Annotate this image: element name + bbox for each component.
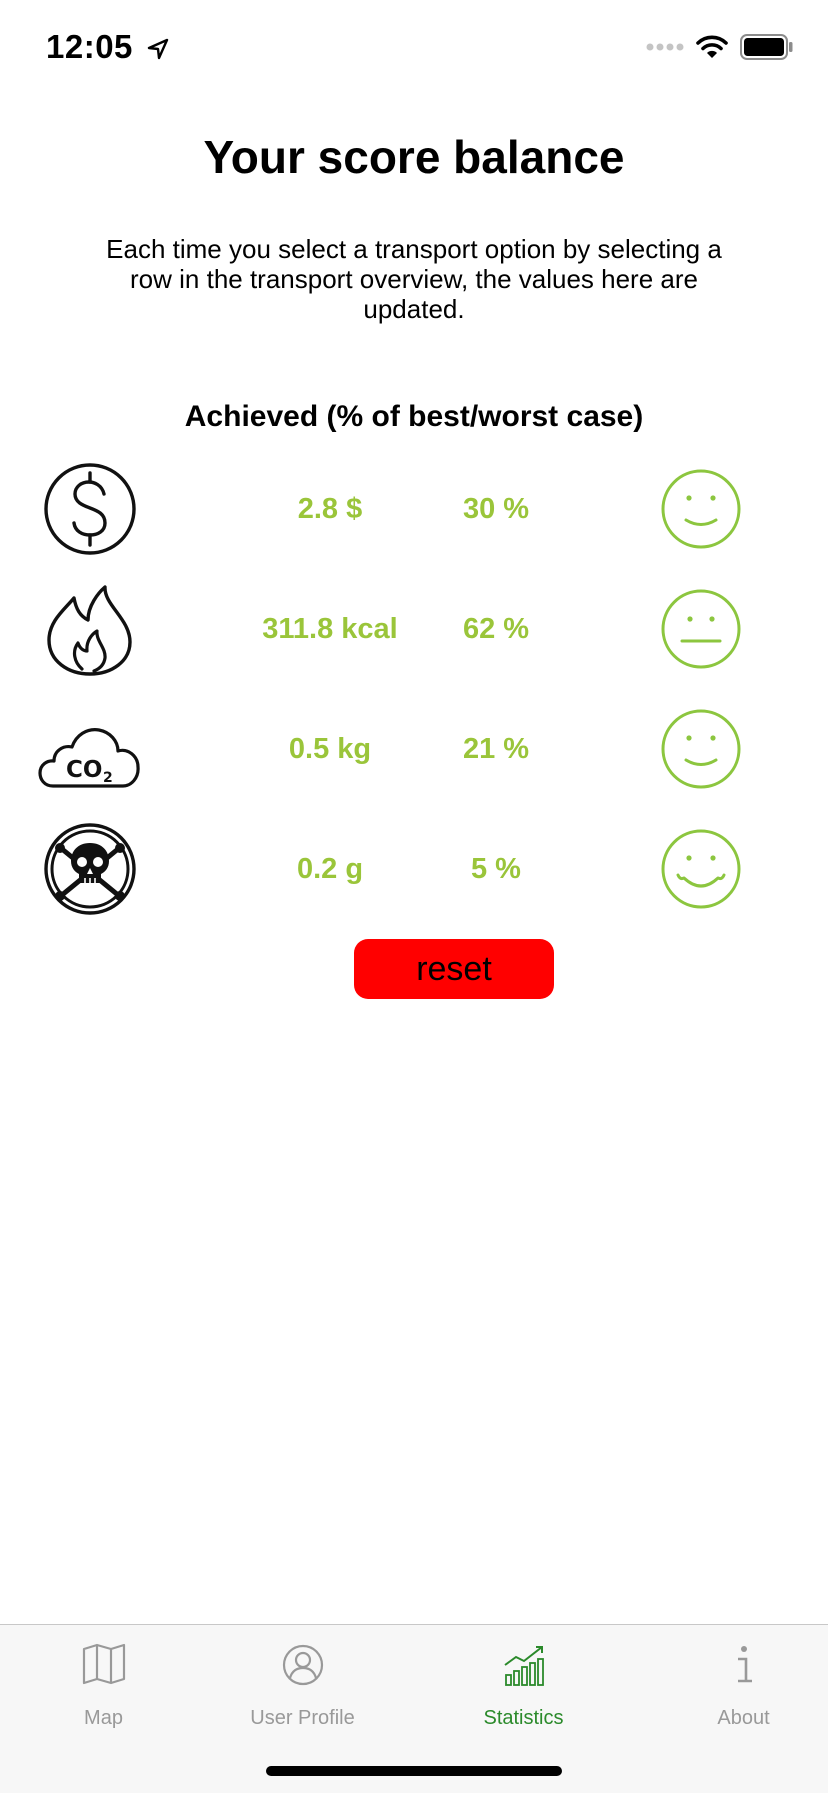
metric-row-cost: 2.8 $ 30 % xyxy=(0,454,828,564)
calories-percent: 62 % xyxy=(462,613,530,645)
calories-value: 311.8 kcal xyxy=(262,613,398,645)
smiley-neutral-icon xyxy=(661,589,741,669)
signal-dots-icon xyxy=(646,43,684,51)
cost-value: 2.8 $ xyxy=(297,493,363,525)
achieved-heading: Achieved (% of best/worst case) xyxy=(184,400,644,433)
status-time-text: 12:05 xyxy=(46,28,133,65)
metric-row-toxic: 0.2 g 5 % xyxy=(0,814,828,924)
page-description: Each time you select a transport option … xyxy=(106,234,722,324)
battery-icon xyxy=(740,34,793,60)
toxic-value: 0.2 g xyxy=(296,853,364,885)
tab-statistics[interactable]: Statistics xyxy=(420,1625,627,1735)
tab-about-label: About xyxy=(717,1707,770,1729)
smiley-happy-icon xyxy=(661,709,741,789)
tab-user-profile-label: User Profile xyxy=(250,1707,355,1729)
tab-map[interactable]: Map xyxy=(0,1625,207,1735)
co2-percent: 21 % xyxy=(462,733,530,765)
reset-button[interactable]: reset xyxy=(354,939,554,999)
svg-text:CO: CO xyxy=(66,757,102,783)
flame-icon xyxy=(47,585,132,676)
metric-row-calories: 311.8 kcal 62 % xyxy=(0,574,828,684)
status-time: 12:05 xyxy=(46,28,169,66)
svg-text:2: 2 xyxy=(103,770,113,786)
location-arrow-icon xyxy=(147,38,168,60)
co2-value: 0.5 kg xyxy=(288,733,372,765)
co2-cloud-icon: CO 2 xyxy=(38,728,140,788)
cost-percent: 30 % xyxy=(462,493,530,525)
dollar-icon xyxy=(44,463,136,555)
statistics-icon xyxy=(503,1646,544,1686)
tab-user-profile[interactable]: User Profile xyxy=(199,1625,406,1735)
wifi-icon xyxy=(696,35,728,58)
status-indicators xyxy=(646,34,794,60)
smiley-very-happy-icon xyxy=(661,829,741,909)
toxic-percent: 5 % xyxy=(471,853,521,885)
page-title: Your score balance xyxy=(203,131,625,183)
user-profile-icon xyxy=(282,1644,323,1686)
tab-about[interactable]: About xyxy=(640,1625,828,1735)
info-icon xyxy=(737,1646,752,1683)
tab-map-label: Map xyxy=(84,1707,123,1729)
home-indicator xyxy=(266,1766,562,1776)
metric-row-co2: CO 2 0.5 kg 21 % xyxy=(0,694,828,804)
map-icon xyxy=(82,1643,125,1685)
tab-statistics-label: Statistics xyxy=(483,1707,564,1729)
smiley-happy-icon xyxy=(661,469,741,549)
skull-crossbones-icon xyxy=(44,823,136,915)
